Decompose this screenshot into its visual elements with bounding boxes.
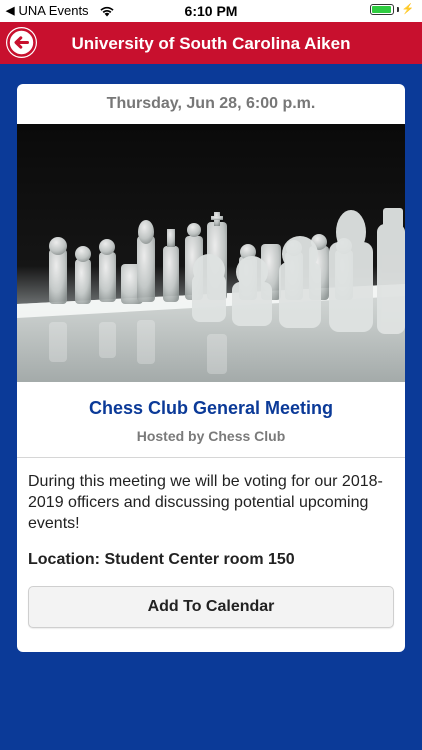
battery-fill [371,6,391,13]
event-title: Chess Club General Meeting [88,398,334,418]
event-card: Thursday, Jun 28, 6:00 p.m. Chess Club G… [17,84,405,652]
status-bar: ◀ UNA Events 6:10 PM ⚡ [0,0,422,22]
event-date-time: Thursday, Jun 28, 6:00 p.m. [106,95,316,112]
nav-title: University of South Carolina Aiken [71,34,351,53]
battery-icon [369,4,394,15]
event-location: Location: Student Center room 150 [28,551,295,568]
status-time: 6:10 PM [184,3,238,19]
event-host: Hosted by Chess Club [136,428,286,444]
divider [17,457,405,458]
event-description: During this meeting we will be voting fo… [28,473,383,532]
status-right: ⚡ [369,4,414,15]
add-to-calendar-button[interactable]: Add To Calendar [28,586,394,628]
battery-nub [396,7,399,12]
event-image [17,124,405,382]
charging-bolt-icon: ⚡ [401,4,414,15]
nav-bar: University of South Carolina Aiken [0,22,422,64]
